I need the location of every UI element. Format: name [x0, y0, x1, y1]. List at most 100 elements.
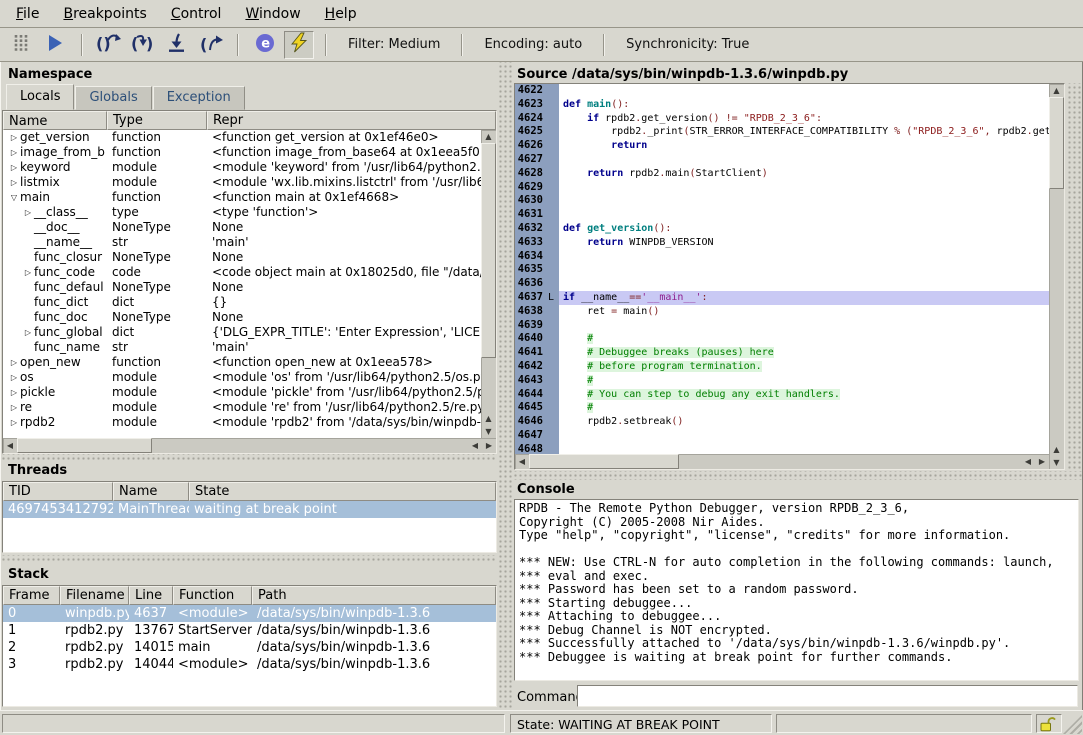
source-line[interactable]: 4640 #: [515, 332, 1049, 346]
namespace-row[interactable]: ▷get_versionfunction<function get_versio…: [3, 130, 481, 145]
namespace-row[interactable]: ▷rpdb2module<module 'rpdb2' from '/data/…: [3, 415, 481, 430]
scroll-right-icon[interactable]: ▶: [482, 438, 496, 453]
expander-closed-icon[interactable]: ▷: [8, 160, 20, 175]
scroll-up-icon[interactable]: ▲: [1049, 84, 1064, 97]
expander-closed-icon[interactable]: ▷: [8, 130, 20, 145]
stack-frame-row[interactable]: 3rpdb2.py14044<module>/data/sys/bin/winp…: [3, 656, 496, 673]
namespace-row[interactable]: ▷osmodule<module 'os' from '/usr/lib64/p…: [3, 370, 481, 385]
tab-locals[interactable]: Locals: [6, 84, 74, 110]
thread-row[interactable]: 46974534127920MainThreadwaiting at break…: [3, 501, 496, 518]
namespace-row[interactable]: ▽mainfunction<function main at 0x1ef4668…: [3, 190, 481, 205]
expander-closed-icon[interactable]: ▷: [8, 145, 20, 160]
source-line[interactable]: 4647: [515, 429, 1049, 443]
column-header-state[interactable]: State: [189, 482, 496, 501]
source-line[interactable]: 4636: [515, 277, 1049, 291]
namespace-row[interactable]: __doc__NoneTypeNone: [3, 220, 481, 235]
scroll-down-icon[interactable]: ▼: [481, 425, 496, 438]
column-header-name[interactable]: Name: [113, 482, 189, 501]
source-line[interactable]: 4648: [515, 443, 1049, 454]
namespace-row[interactable]: ▷picklemodule<module 'pickle' from '/usr…: [3, 385, 481, 400]
source-line[interactable]: 4627: [515, 153, 1049, 167]
scroll-left-icon[interactable]: ◀: [515, 454, 529, 469]
source-line[interactable]: 4632def get_version():: [515, 222, 1049, 236]
column-header-tid[interactable]: TID: [3, 482, 113, 501]
encoding-button[interactable]: e: [250, 31, 280, 59]
scroll-left-icon[interactable]: ◀: [1021, 454, 1035, 469]
return-button[interactable]: (: [196, 31, 226, 59]
scroll-up-icon[interactable]: ▲: [481, 130, 496, 143]
scrollbar-thumb[interactable]: [17, 438, 152, 453]
source-line[interactable]: 4626 return: [515, 139, 1049, 153]
namespace-row[interactable]: func_namestr'main': [3, 340, 481, 355]
scroll-down-icon[interactable]: ▼: [1049, 456, 1064, 469]
expander-closed-icon[interactable]: ▷: [8, 400, 20, 415]
source-line[interactable]: 4644 # You can step to debug any exit ha…: [515, 388, 1049, 402]
expander-closed-icon[interactable]: ▷: [8, 415, 20, 430]
column-header-frame[interactable]: Frame: [3, 586, 60, 605]
menu-breakpoints[interactable]: Breakpoints: [51, 2, 158, 26]
source-console-splitter[interactable]: [512, 471, 1083, 480]
namespace-row[interactable]: ▷keywordmodule<module 'keyword' from '/u…: [3, 160, 481, 175]
namespace-row[interactable]: ▷listmixmodule<module 'wx.lib.mixins.lis…: [3, 175, 481, 190]
threads-stack-splitter[interactable]: [0, 555, 497, 563]
namespace-row[interactable]: __name__str'main': [3, 235, 481, 250]
namespace-row[interactable]: ▷open_newfunction<function open_new at 0…: [3, 355, 481, 370]
namespace-row[interactable]: ▷func_codecode<code object main at 0x180…: [3, 265, 481, 280]
source-hscrollbar[interactable]: ◀ ◀ ▶: [515, 454, 1049, 469]
source-line[interactable]: 4625 rpdb2._print(STR_ERROR_INTERFACE_CO…: [515, 125, 1049, 139]
source-line[interactable]: 4646 rpdb2.setbreak(): [515, 415, 1049, 429]
source-line[interactable]: 4645 #: [515, 401, 1049, 415]
vertical-splitter[interactable]: [497, 62, 512, 710]
source-line[interactable]: 4623def main():: [515, 98, 1049, 112]
source-line[interactable]: 4642 # before program termination.: [515, 360, 1049, 374]
scroll-up-icon[interactable]: ▲: [1049, 443, 1064, 456]
column-header-line[interactable]: Line: [129, 586, 173, 605]
menu-file[interactable]: File: [4, 2, 51, 26]
source-line[interactable]: 4631: [515, 208, 1049, 222]
tab-exception[interactable]: Exception: [153, 86, 245, 110]
source-line[interactable]: 4622: [515, 84, 1049, 98]
source-line[interactable]: 4633 return WINPDB_VERSION: [515, 236, 1049, 250]
scroll-left-icon[interactable]: ◀: [3, 438, 17, 453]
expander-closed-icon[interactable]: ▷: [22, 325, 34, 340]
next-button[interactable]: (): [94, 31, 124, 59]
break-button[interactable]: [6, 31, 36, 59]
expander-closed-icon[interactable]: ▷: [8, 385, 20, 400]
namespace-row[interactable]: ▷image_from_bfunction<function image_fro…: [3, 145, 481, 160]
right-edge-splitter[interactable]: [1066, 83, 1081, 470]
namespace-row[interactable]: func_dictdict{}: [3, 295, 481, 310]
namespace-row[interactable]: ▷remodule<module 're' from '/usr/lib64/p…: [3, 400, 481, 415]
tab-globals[interactable]: Globals: [75, 86, 151, 110]
step-into-button[interactable]: (): [128, 31, 158, 59]
namespace-row[interactable]: ▷__class__type<type 'function'>: [3, 205, 481, 220]
source-line[interactable]: 4637Lif __name__=='__main__':: [515, 291, 1049, 305]
expander-closed-icon[interactable]: ▷: [22, 265, 34, 280]
synchronicity-button[interactable]: [284, 31, 314, 59]
menu-control[interactable]: Control: [159, 2, 234, 26]
stack-frame-row[interactable]: 1rpdb2.py13767StartServer/data/sys/bin/w…: [3, 622, 496, 639]
namespace-row[interactable]: ▷func_globaldict{'DLG_EXPR_TITLE': 'Ente…: [3, 325, 481, 340]
stack-frame-row[interactable]: 2rpdb2.py14015main/data/sys/bin/winpdb-1…: [3, 639, 496, 656]
source-line[interactable]: 4639: [515, 319, 1049, 333]
expander-open-icon[interactable]: ▽: [8, 190, 20, 205]
scrollbar-thumb[interactable]: [529, 454, 679, 469]
column-header-path[interactable]: Path: [252, 586, 496, 605]
go-button[interactable]: [40, 31, 70, 59]
expander-closed-icon[interactable]: ▷: [22, 205, 34, 220]
scrollbar-thumb[interactable]: [1049, 97, 1064, 189]
scroll-right-icon[interactable]: ▶: [1035, 454, 1049, 469]
stack-frame-row[interactable]: 0winpdb.py4637<module>/data/sys/bin/winp…: [3, 605, 496, 622]
namespace-row[interactable]: func_docNoneTypeNone: [3, 310, 481, 325]
source-line[interactable]: 4638 ret = main(): [515, 305, 1049, 319]
scrollbar-thumb[interactable]: [481, 143, 496, 358]
column-header-type[interactable]: Type: [107, 111, 207, 130]
source-vscrollbar[interactable]: ▲ ▲ ▼: [1049, 84, 1064, 469]
column-header-name[interactable]: Name: [3, 111, 107, 130]
namespace-row[interactable]: func_closurNoneTypeNone: [3, 250, 481, 265]
source-line[interactable]: 4635: [515, 263, 1049, 277]
namespace-row[interactable]: func_defaulNoneTypeNone: [3, 280, 481, 295]
source-line[interactable]: 4629: [515, 181, 1049, 195]
resize-grip[interactable]: [1063, 715, 1082, 734]
scroll-up-icon[interactable]: ▲: [481, 412, 496, 425]
namespace-threads-splitter[interactable]: [0, 454, 497, 462]
